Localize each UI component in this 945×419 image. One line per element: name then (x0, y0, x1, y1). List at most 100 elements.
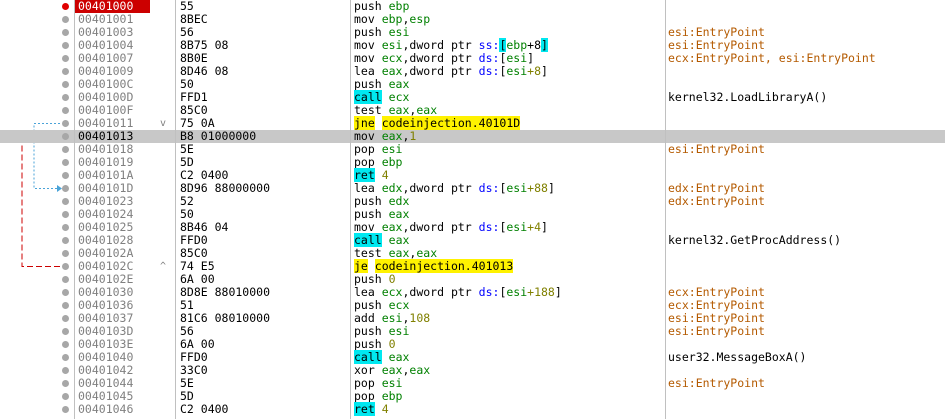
breakpoint-dot[interactable] (62, 120, 69, 127)
breakpoint-dot[interactable] (62, 133, 69, 140)
disasm-row[interactable]: 00401019 5D pop ebp (0, 156, 945, 169)
column-separator[interactable] (350, 0, 351, 419)
breakpoint-dot[interactable] (62, 42, 69, 49)
instruction-token: ds: (478, 64, 500, 78)
disasm-row[interactable]: 00401037 81C6 08010000 add esi,108 esi:Entr… (0, 312, 945, 325)
instruction-token: ] (541, 38, 548, 52)
instruction[interactable]: ret 4 (354, 402, 389, 416)
breakpoint-dot[interactable] (62, 341, 69, 348)
breakpoint-dot[interactable] (62, 406, 69, 413)
instruction-token (382, 350, 389, 364)
breakpoint-dot[interactable] (62, 16, 69, 23)
breakpoint-dot[interactable] (62, 81, 69, 88)
breakpoint-dot[interactable] (62, 328, 69, 335)
comment-cell[interactable]: kernel32.LoadLibraryA() (668, 91, 827, 104)
opcode-bytes[interactable]: C2 0400 (180, 403, 228, 416)
disasm-row[interactable]: 0040102C ^ 74 E5 je codeinjection.401013 (0, 259, 945, 273)
breakpoint-dot[interactable] (62, 289, 69, 296)
instruction-token: eax (416, 246, 438, 260)
breakpoint-dot[interactable] (62, 237, 69, 244)
disassembly-view[interactable]: 00401000 55 push ebp 00401001 8BEC mov ebp,es… (0, 0, 945, 419)
comment-cell[interactable]: user32.MessageBoxA() (668, 351, 806, 364)
instruction-token: ebp (381, 155, 403, 169)
instruction-token: eax (388, 207, 410, 221)
column-separator[interactable] (665, 0, 666, 419)
column-separator[interactable] (74, 0, 75, 419)
instruction-token: +188 (527, 285, 555, 299)
instruction-token: ] (527, 51, 535, 65)
breakpoint-dot[interactable] (62, 68, 69, 75)
disasm-row[interactable]: 00401009 8D46 08 lea eax,dword ptr ds:[esi… (0, 65, 945, 78)
instruction-token: ,dword ptr (402, 181, 479, 195)
disasm-row[interactable]: 00401046 C2 0400 ret 4 (0, 402, 945, 416)
instruction-token: ecx (388, 298, 410, 312)
disasm-row[interactable]: 00401028 FFD0 call eax kernel32.GetProcAddr… (0, 233, 945, 247)
instruction-token (375, 402, 382, 416)
instruction-token: 108 (409, 311, 431, 325)
instruction-token: call (354, 233, 382, 247)
breakpoint-dot[interactable] (62, 393, 69, 400)
breakpoint-dot[interactable] (62, 29, 69, 36)
comment-cell[interactable]: kernel32.GetProcAddress() (668, 234, 841, 247)
disasm-row[interactable]: 00401040 FFD0 call eax user32.MessageBoxA() (0, 350, 945, 364)
breakpoint-dot[interactable] (62, 55, 69, 62)
instruction-token: eax (381, 363, 403, 377)
instruction-token: push (354, 77, 389, 91)
disasm-row[interactable]: 00401036 51 push ecx ecx:EntryPoint (0, 299, 945, 312)
disasm-row[interactable]: 00401018 5E pop esi esi:EntryPoint (0, 143, 945, 156)
breakpoint-dot[interactable] (62, 146, 69, 153)
instruction-token: pop (354, 376, 382, 390)
disasm-row[interactable]: 0040100D FFD1 call ecx kernel32.LoadLibrary… (0, 90, 945, 104)
breakpoint-dot[interactable] (62, 3, 69, 10)
comment-cell[interactable]: esi:EntryPoint (668, 325, 765, 338)
breakpoint-dot[interactable] (62, 354, 69, 361)
comment-cell[interactable]: esi:EntryPoint (668, 143, 765, 156)
breakpoint-dot[interactable] (62, 315, 69, 322)
breakpoint-dot[interactable] (62, 94, 69, 101)
comment-cell[interactable]: esi:EntryPoint (668, 377, 765, 390)
disasm-row[interactable]: 00401023 52 push edx edx:EntryPoint (0, 195, 945, 208)
instruction-token: ] (541, 64, 548, 78)
instruction-token: pop (354, 142, 382, 156)
breakpoint-dot[interactable] (62, 211, 69, 218)
instruction-token: eax (381, 220, 403, 234)
instruction-token: mov (354, 51, 382, 65)
breakpoint-dot[interactable] (62, 159, 69, 166)
breakpoint-dot[interactable] (62, 172, 69, 179)
disasm-row[interactable]: 00401030 8D8E 88010000 lea ecx,dword ptr d… (0, 286, 945, 299)
disasm-row[interactable]: 00401000 55 push ebp (0, 0, 945, 13)
disasm-row[interactable]: 0040103D 56 push esi esi:EntryPoint (0, 325, 945, 338)
comment-cell[interactable]: ecx:EntryPoint, esi:EntryPoint (668, 52, 876, 65)
breakpoint-dot[interactable] (62, 250, 69, 257)
breakpoint-dot[interactable] (62, 185, 69, 192)
comment-cell[interactable]: edx:EntryPoint (668, 195, 765, 208)
instruction-token: +8 (527, 38, 542, 52)
breakpoint-dot[interactable] (62, 380, 69, 387)
breakpoint-dot[interactable] (62, 276, 69, 283)
disasm-row[interactable]: 00401044 5E pop esi esi:EntryPoint (0, 377, 945, 390)
instruction-token (375, 116, 382, 130)
instruction-token: ecx (381, 51, 403, 65)
disasm-row[interactable]: 00401045 5D pop ebp (0, 390, 945, 403)
instruction-token: edx (381, 181, 403, 195)
breakpoint-dot[interactable] (62, 198, 69, 205)
instruction-token: esi (381, 38, 403, 52)
instruction-token: 0 (388, 337, 396, 351)
disasm-row[interactable]: 00401042 33C0 xor eax,eax (0, 364, 945, 377)
disasm-row[interactable]: 00401013 B8 01000000 mov eax,1 (0, 130, 945, 143)
column-separator[interactable] (175, 0, 176, 419)
disasm-row[interactable]: 00401011 v 75 0A jne codeinjection.40101D (0, 116, 945, 130)
instruction-token: esi (506, 285, 528, 299)
breakpoint-dot[interactable] (62, 302, 69, 309)
instruction-token: push (354, 207, 389, 221)
breakpoint-dot[interactable] (62, 224, 69, 231)
instruction-token: ds: (478, 51, 500, 65)
disasm-row[interactable]: 0040101D 8D96 88000000 lea edx,dword ptr d… (0, 182, 945, 195)
breakpoint-dot[interactable] (62, 107, 69, 114)
breakpoint-dot[interactable] (62, 263, 69, 270)
breakpoint-dot[interactable] (62, 367, 69, 374)
instruction-token: esi (381, 142, 403, 156)
address-cell[interactable]: 00401046 (75, 403, 150, 416)
instruction-token (368, 259, 375, 273)
disasm-row[interactable]: 00401001 8BEC mov ebp,esp (0, 13, 945, 26)
